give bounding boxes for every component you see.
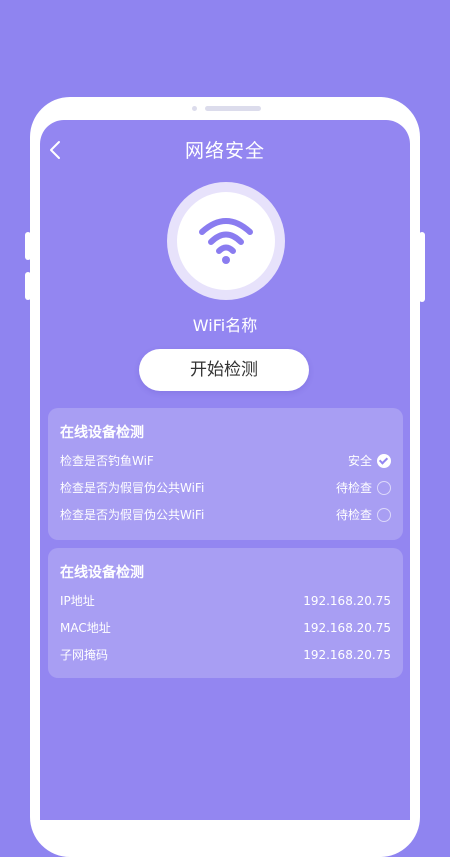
wifi-badge-inner [177, 192, 275, 290]
check-status: 待检查 [335, 481, 372, 495]
check-status: 安全 [347, 454, 372, 468]
info-row-mac: MAC地址 192.168.20.75 [60, 618, 391, 638]
page-title: 网络安全 [184, 140, 265, 162]
info-row-ip: IP地址 192.168.20.75 [60, 591, 391, 611]
phone-camera [192, 106, 197, 111]
phone-side-button-right [419, 232, 425, 302]
check-row: 检查是否为假冒伪公共WiFi 待检查 [60, 478, 391, 498]
phone-side-button-left-2 [25, 272, 31, 300]
info-label: 子网掩码 [60, 648, 109, 662]
start-scan-button[interactable]: 开始检测 [139, 349, 309, 391]
pending-circle-icon [377, 481, 391, 495]
check-status: 待检查 [335, 508, 372, 522]
info-label: MAC地址 [60, 621, 111, 635]
wifi-name: WiFi名称 [192, 316, 258, 335]
network-info-card: 在线设备检测 IP地址 192.168.20.75 MAC地址 192.168.… [48, 548, 403, 678]
pending-circle-icon [377, 508, 391, 522]
info-value: 192.168.20.75 [303, 594, 391, 608]
info-row-subnet: 子网掩码 192.168.20.75 [60, 645, 391, 665]
check-row: 检查是否钓鱼WiF 安全 [60, 451, 391, 471]
check-row: 检查是否为假冒伪公共WiFi 待检查 [60, 505, 391, 525]
security-check-card: 在线设备检测 检查是否钓鱼WiF 安全 检查是否为假冒伪公共WiFi 待检查 检… [48, 408, 403, 540]
phone-side-button-left-1 [25, 232, 31, 260]
check-label: 检查是否为假冒伪公共WiFi [60, 508, 205, 522]
wifi-badge [167, 182, 285, 300]
card-title: 在线设备检测 [60, 425, 144, 441]
info-label: IP地址 [60, 594, 95, 608]
phone-speaker [205, 106, 261, 111]
app-screen: 网络安全 WiFi名称 开始检测 在线设备检测 检查是否钓鱼WiF 安全 检查是… [40, 120, 410, 820]
check-circle-icon [377, 454, 391, 468]
info-value: 192.168.20.75 [303, 648, 391, 662]
check-label: 检查是否钓鱼WiF [60, 454, 154, 468]
card-title: 在线设备检测 [60, 565, 144, 581]
top-bar: 网络安全 [40, 132, 410, 164]
check-label: 检查是否为假冒伪公共WiFi [60, 481, 205, 495]
wifi-icon [199, 218, 253, 264]
info-value: 192.168.20.75 [303, 621, 391, 635]
